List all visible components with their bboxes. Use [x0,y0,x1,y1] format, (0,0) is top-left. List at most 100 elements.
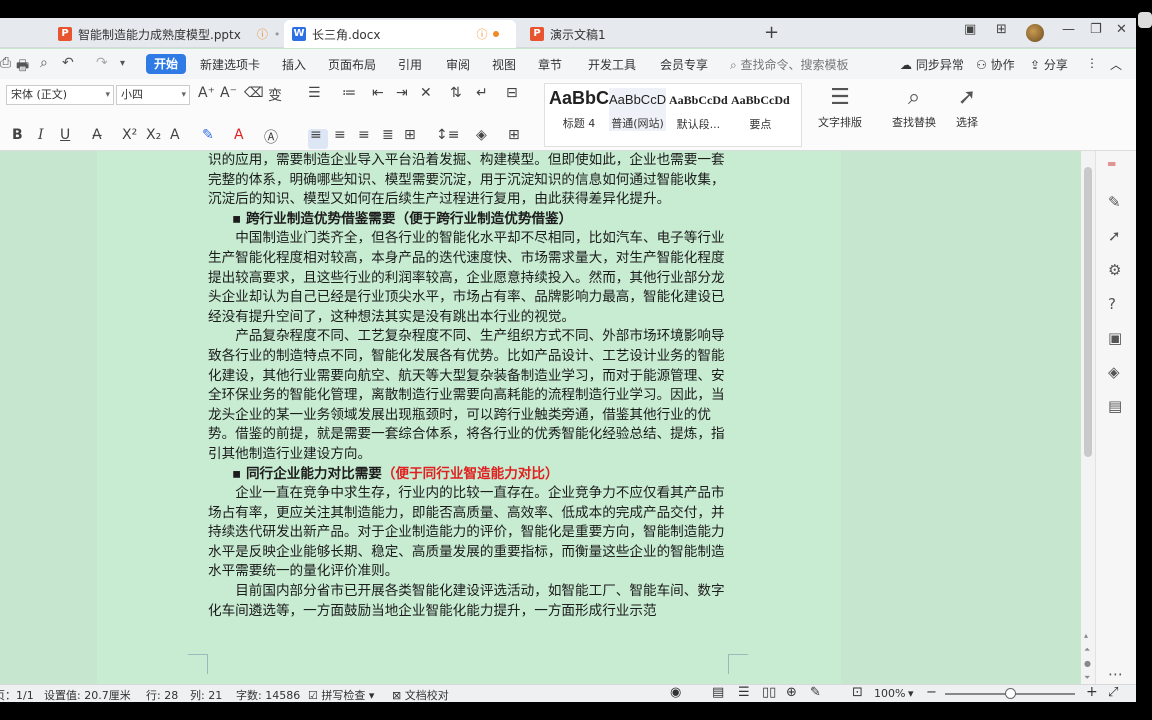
command-search[interactable]: ⌕ 查找命令、搜索模板 [730,56,849,73]
image-icon[interactable]: ▣ [1108,329,1122,347]
eye-protect-icon[interactable]: ◉ [670,685,681,700]
numbered-list-icon[interactable]: ≔ [342,85,356,101]
style-key-point[interactable]: AaBbCcDd 要点 [731,88,790,132]
zoom-dropdown-icon[interactable]: ▾ [908,687,914,700]
scroll-up-icon[interactable]: ▴ [1084,631,1088,640]
style-normal-web[interactable]: AaBbCcD 普通(网站) [609,88,667,131]
align-right-icon[interactable]: ≡ [358,127,370,143]
proofread-button[interactable]: ⊠ 文档校对 [392,687,449,702]
superscript-icon[interactable]: X² [122,127,137,143]
font-size-select[interactable]: 小四 ▾ [116,85,190,105]
more-icon[interactable]: ⋮ [1086,56,1098,70]
share-panel-icon[interactable]: ◈ [1108,363,1120,381]
redo-icon[interactable]: ↷ [96,55,108,71]
paragraph-mark-icon[interactable]: ↵ [476,85,488,101]
clear-format-icon[interactable]: ⌫ [244,85,264,101]
tab-developer[interactable]: 开发工具 [588,56,636,73]
spell-check-button[interactable]: ☑ 拼写检查 ▾ [308,687,374,702]
sync-status-button[interactable]: ☁ 同步异常 [900,56,964,73]
collapse-ribbon-icon[interactable]: ︿ [1110,56,1122,73]
strikethrough-icon[interactable]: A̶ [92,127,102,143]
align-center-icon[interactable]: ≡ [334,127,346,143]
find-replace-button[interactable]: ⌕ 查找替换 [892,85,936,130]
distribute-icon[interactable]: ⊞ [404,127,416,143]
zoom-in-icon[interactable]: + [1086,684,1098,700]
restore-icon[interactable]: ❐ [1090,22,1102,37]
reading-view-icon[interactable]: ▯▯ [762,685,776,700]
minimize-icon[interactable]: — [1062,22,1075,37]
page-view-icon[interactable]: ▤ [712,685,724,700]
tab-close-icon[interactable]: • [274,28,281,41]
align-left-icon[interactable]: ≡ [310,127,322,143]
outline-view-icon[interactable]: ☰ [738,685,750,700]
new-tab-icon[interactable]: + [764,22,779,43]
underline-icon[interactable]: U [60,127,70,143]
document-body[interactable]: 识的应用，需要制造企业导入平台沿着发掘、构建模型。但即使如此，企业也需要一套完整… [208,151,730,621]
tab-marks-icon[interactable]: ⊟ [506,85,518,101]
tab-insert[interactable]: 插入 [282,56,306,73]
undo-icon[interactable]: ↶ [62,55,74,71]
tab-view[interactable]: 视图 [492,56,516,73]
find-icon[interactable]: ⌕ [40,55,48,71]
tab-presentation[interactable]: P 演示文稿1 [522,20,756,48]
share-button[interactable]: ⇪ 分享 [1030,56,1068,73]
phonetic-icon[interactable]: 变 [268,85,282,105]
subscript-icon[interactable]: X₂ [146,127,161,143]
panel-more-icon[interactable]: ⋯ [1108,665,1123,683]
select-browse-icon[interactable]: ● [1084,659,1091,668]
quick-access-dropdown-icon[interactable]: ▾ [120,58,125,69]
tab-sections[interactable]: 章节 [538,56,562,73]
tab-page-layout[interactable]: 页面布局 [328,56,376,73]
write-view-icon[interactable]: ✎ [810,685,821,700]
zoom-slider-knob[interactable] [1005,688,1016,699]
book-icon[interactable]: ▤ [1108,397,1122,415]
font-name-select[interactable]: 宋体 (正文) ▾ [6,85,114,105]
collab-button[interactable]: ⚇ 协作 [976,56,1015,73]
fullscreen-icon[interactable]: ⤢ [1108,685,1118,700]
vertical-scrollbar[interactable]: ▴ ⏶ ● ⏷ [1081,151,1095,702]
shading-icon[interactable]: ◈ [476,127,487,143]
increase-indent-icon[interactable]: ⇥ [396,85,408,101]
page-indicator[interactable]: 页：1/1 [0,687,34,702]
shrink-font-icon[interactable]: A⁻ [220,85,237,101]
line-spacing-icon[interactable]: ↕≡ [436,127,459,143]
justify-icon[interactable]: ≣ [382,127,394,143]
char-border-icon[interactable]: Ⓐ [264,127,278,147]
bold-icon[interactable]: B [12,127,23,143]
next-page-icon[interactable]: ⏷ [1084,673,1090,683]
text-effect-icon[interactable]: A [170,127,180,143]
settings-sliders-icon[interactable]: ⚙ [1108,261,1121,279]
tab-new-tab[interactable]: 新建选项卡 [200,56,260,73]
grid-icon[interactable]: ⊞ [996,22,1007,37]
pointer-icon[interactable]: ➚ [1108,227,1121,245]
help-icon[interactable]: ? [1108,295,1116,313]
prev-page-icon[interactable]: ⏶ [1084,645,1090,655]
sort-icon[interactable]: ⇅ [450,85,462,101]
style-default-paragraph[interactable]: AaBbCcDd 默认段... [669,88,728,132]
tab-pptx[interactable]: P 智能制造能力成熟度模型.pptx ⓘ • [50,20,288,48]
word-count[interactable]: 字数: 14586 [236,687,300,702]
decrease-indent-icon[interactable]: ⇤ [372,85,384,101]
grow-font-icon[interactable]: A⁺ [198,85,215,101]
text-layout-button[interactable]: ☰ 文字排版 [818,85,862,130]
tab-references[interactable]: 引用 [398,56,422,73]
highlight-icon[interactable]: ✎ [202,127,214,143]
close-icon[interactable]: ✕ [1116,22,1127,37]
tab-start[interactable]: 开始 [146,54,187,74]
borders-icon[interactable]: ⊞ [508,127,520,143]
edit-icon[interactable]: ✎ [1108,193,1121,211]
print-preview-icon[interactable]: ⎙ [0,55,11,71]
style-heading-4[interactable]: AaBbC 标题 4 [549,88,609,131]
zoom-level[interactable]: 100% [874,687,905,700]
layout-icon[interactable]: ▣ [964,22,976,37]
web-view-icon[interactable]: ⊕ [786,685,797,700]
select-button[interactable]: ➚ 选择 [956,85,978,130]
panel-toggle-icon[interactable]: ═ [1108,157,1115,171]
fit-page-icon[interactable]: ⊡ [852,685,863,700]
scrollbar-thumb[interactable] [1084,167,1092,457]
avatar[interactable] [1026,24,1044,42]
tab-review[interactable]: 审阅 [446,56,470,73]
italic-icon[interactable]: I [38,127,44,143]
font-color-icon[interactable]: A [234,127,244,143]
chinese-layout-icon[interactable]: ✕ [420,85,432,101]
